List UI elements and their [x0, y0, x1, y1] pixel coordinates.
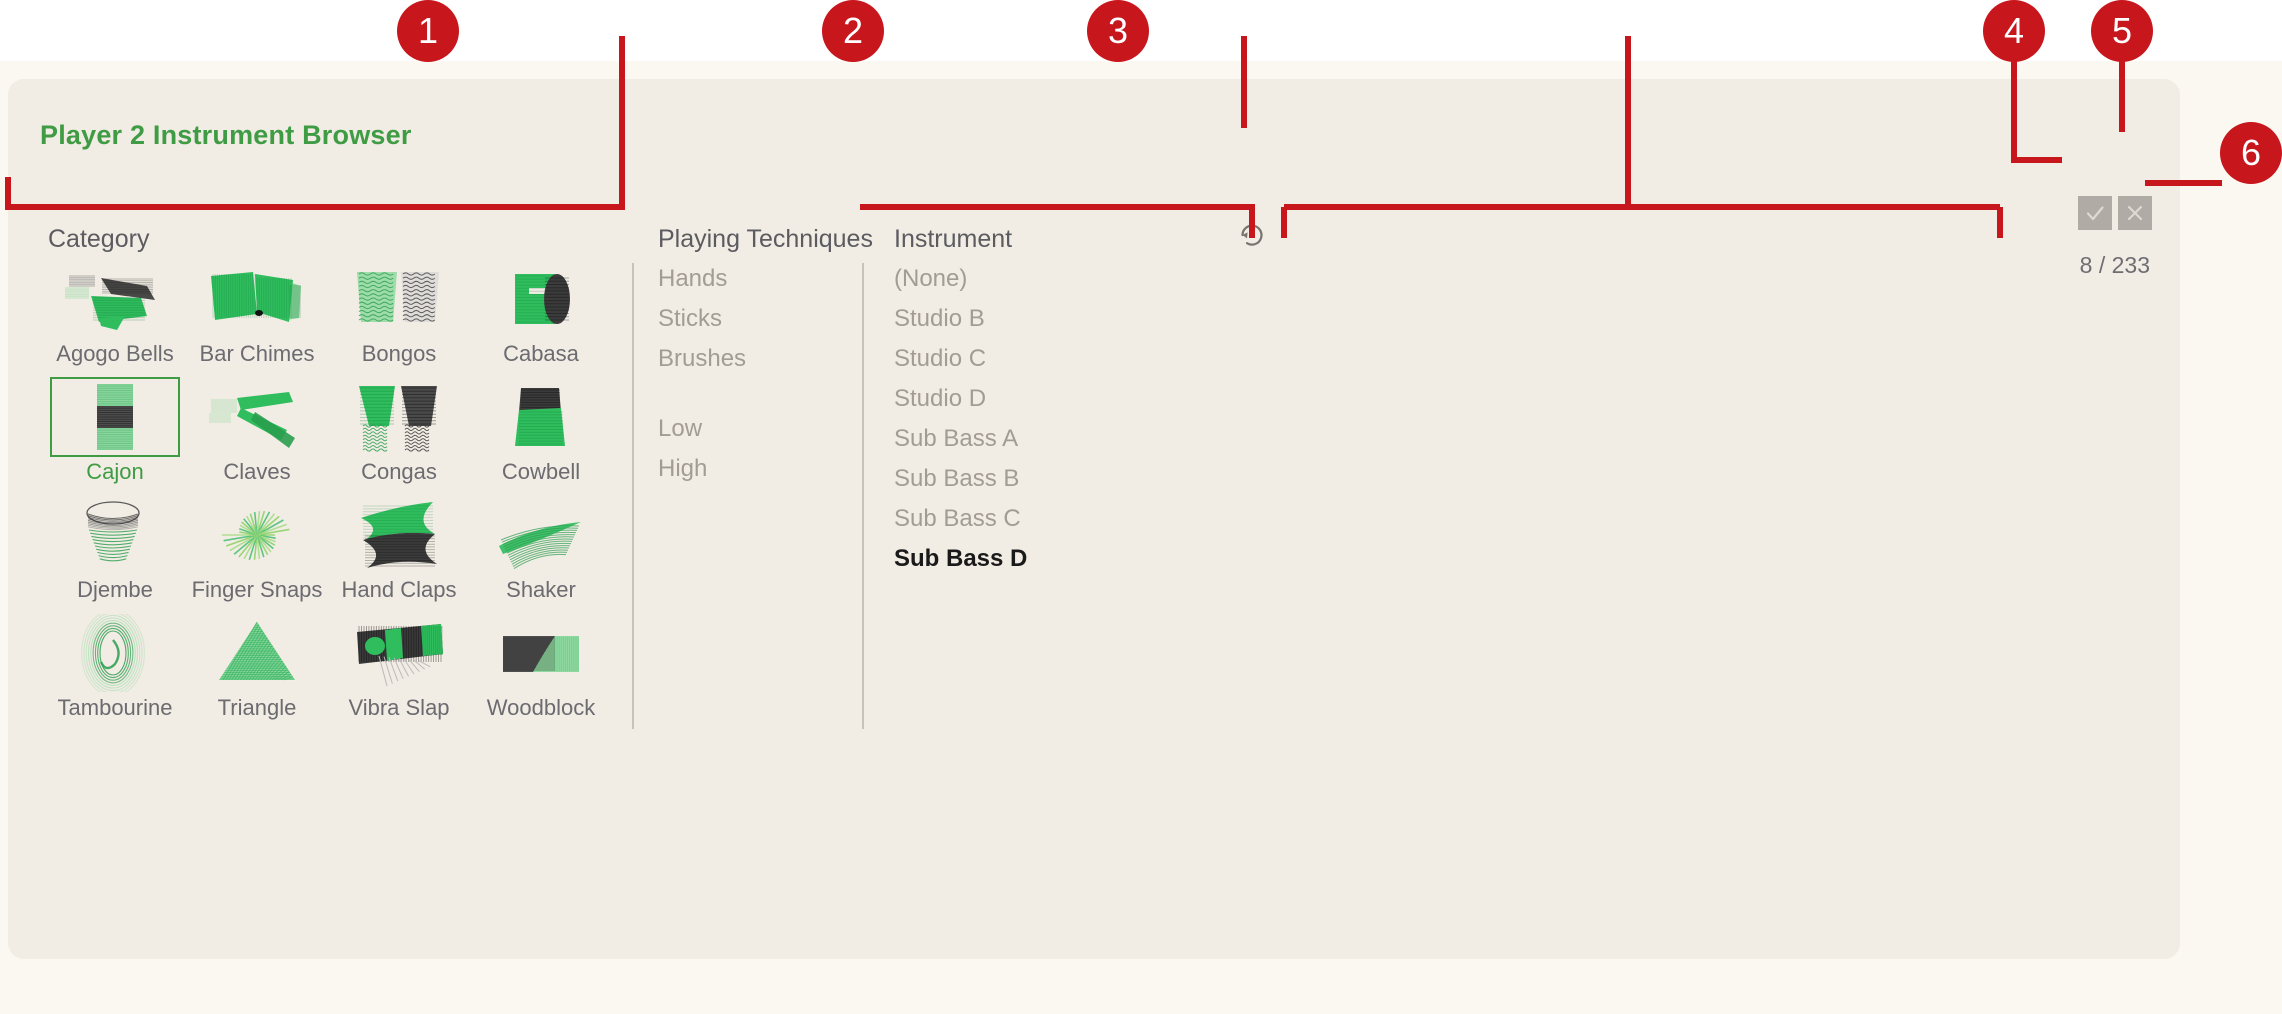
- tambourine-icon: [50, 613, 180, 693]
- instrument-item-sub-bass-a[interactable]: Sub Bass A: [894, 427, 1494, 451]
- category-item-label: Hand Claps: [341, 577, 457, 602]
- djembe-icon: [50, 495, 180, 575]
- category-item-cabasa[interactable]: Cabasa: [470, 259, 612, 377]
- category-item-congas[interactable]: Congas: [328, 377, 470, 495]
- category-item-label: Congas: [361, 459, 437, 484]
- column-divider-left: [632, 263, 634, 729]
- category-item-finger-snaps[interactable]: Finger Snaps: [186, 495, 328, 613]
- screenshot-stage: Player 2 Instrument Browser 8 / 233 Cate…: [0, 0, 2282, 1014]
- finger-snaps-icon: [192, 495, 322, 575]
- playing-techniques-list: Hands Sticks Brushes Low High: [658, 267, 848, 497]
- category-item-djembe[interactable]: Djembe: [44, 495, 186, 613]
- callout-marker-4: 4: [1983, 0, 2045, 62]
- category-item-agogo-bells[interactable]: Agogo Bells: [44, 259, 186, 377]
- callout-marker-5: 5: [2091, 0, 2153, 62]
- instrument-column-header: Instrument: [894, 225, 1013, 253]
- callout-marker-3: 3: [1087, 0, 1149, 62]
- claves-icon: [192, 377, 322, 457]
- category-item-label: Triangle: [217, 695, 297, 720]
- category-grid: Agogo Bells Bar Chimes Bongos Cabasa Caj…: [44, 259, 614, 731]
- category-item-label: Shaker: [506, 577, 576, 602]
- technique-item-brushes[interactable]: Brushes: [658, 347, 848, 371]
- category-item-shaker[interactable]: Shaker: [470, 495, 612, 613]
- instrument-browser-panel: Player 2 Instrument Browser 8 / 233 Cate…: [8, 79, 2180, 959]
- category-item-label: Agogo Bells: [56, 341, 174, 366]
- instrument-item-studio-d[interactable]: Studio D: [894, 387, 1494, 411]
- window-controls: [2078, 196, 2152, 230]
- shaker-icon: [476, 495, 606, 575]
- agogo-bells-icon: [50, 259, 180, 339]
- instrument-item-sub-bass-c[interactable]: Sub Bass C: [894, 507, 1494, 531]
- category-item-label: Claves: [223, 459, 291, 484]
- category-item-label: Tambourine: [57, 695, 173, 720]
- bongos-icon: [334, 259, 464, 339]
- vibra-slap-icon: [334, 613, 464, 693]
- category-item-woodblock[interactable]: Woodblock: [470, 613, 612, 731]
- instrument-item-sub-bass-b[interactable]: Sub Bass B: [894, 467, 1494, 491]
- triangle-icon: [192, 613, 322, 693]
- cabasa-icon: [476, 259, 606, 339]
- technique-group-separator: [658, 387, 848, 417]
- bar-chimes-icon: [192, 259, 322, 339]
- hand-claps-icon: [334, 495, 464, 575]
- technique-item-high[interactable]: High: [658, 457, 848, 481]
- checkmark-icon: [2086, 206, 2104, 221]
- category-item-tambourine[interactable]: Tambourine: [44, 613, 186, 731]
- cancel-button[interactable]: [2118, 196, 2152, 230]
- result-counter: 8 / 233: [2079, 252, 2150, 278]
- techniques-column-header: Playing Techniques: [658, 225, 873, 253]
- technique-item-sticks[interactable]: Sticks: [658, 307, 848, 331]
- category-column-header: Category: [48, 225, 150, 253]
- congas-icon: [334, 377, 464, 457]
- category-item-label: Woodblock: [486, 695, 596, 720]
- woodblock-icon: [476, 613, 606, 693]
- category-item-label: Cabasa: [503, 341, 579, 366]
- instrument-list: (None) Studio B Studio C Studio D Sub Bass A…: [894, 267, 1494, 587]
- category-item-label: Cowbell: [501, 459, 581, 484]
- category-item-label: Bar Chimes: [199, 341, 315, 366]
- cajon-icon: [50, 377, 180, 457]
- category-item-bar-chimes[interactable]: Bar Chimes: [186, 259, 328, 377]
- callout-marker-1: 1: [397, 0, 459, 62]
- category-item-triangle[interactable]: Triangle: [186, 613, 328, 731]
- column-divider-right: [862, 263, 864, 729]
- instrument-item-none[interactable]: (None): [894, 267, 1494, 291]
- category-item-label: Cajon: [86, 459, 144, 484]
- category-item-hand-claps[interactable]: Hand Claps: [328, 495, 470, 613]
- category-item-bongos[interactable]: Bongos: [328, 259, 470, 377]
- page-title: Player 2 Instrument Browser: [40, 120, 412, 150]
- confirm-button[interactable]: [2078, 196, 2112, 230]
- cowbell-icon: [476, 377, 606, 457]
- category-item-cajon[interactable]: Cajon: [44, 377, 186, 495]
- instrument-item-studio-c[interactable]: Studio C: [894, 347, 1494, 371]
- callout-marker-2: 2: [822, 0, 884, 62]
- callout-marker-6: 6: [2220, 122, 2282, 184]
- instrument-item-studio-b[interactable]: Studio B: [894, 307, 1494, 331]
- category-item-label: Djembe: [77, 577, 153, 602]
- technique-item-low[interactable]: Low: [658, 417, 848, 441]
- category-item-cowbell[interactable]: Cowbell: [470, 377, 612, 495]
- category-item-label: Bongos: [361, 341, 437, 366]
- close-x-icon: [2127, 205, 2143, 221]
- category-item-label: Finger Snaps: [191, 577, 323, 602]
- technique-item-hands[interactable]: Hands: [658, 267, 848, 291]
- reset-rotate-ccw-icon[interactable]: [1236, 219, 1268, 251]
- category-item-vibra-slap[interactable]: Vibra Slap: [328, 613, 470, 731]
- instrument-item-sub-bass-d[interactable]: Sub Bass D: [894, 547, 1494, 571]
- category-item-claves[interactable]: Claves: [186, 377, 328, 495]
- category-item-label: Vibra Slap: [348, 695, 450, 720]
